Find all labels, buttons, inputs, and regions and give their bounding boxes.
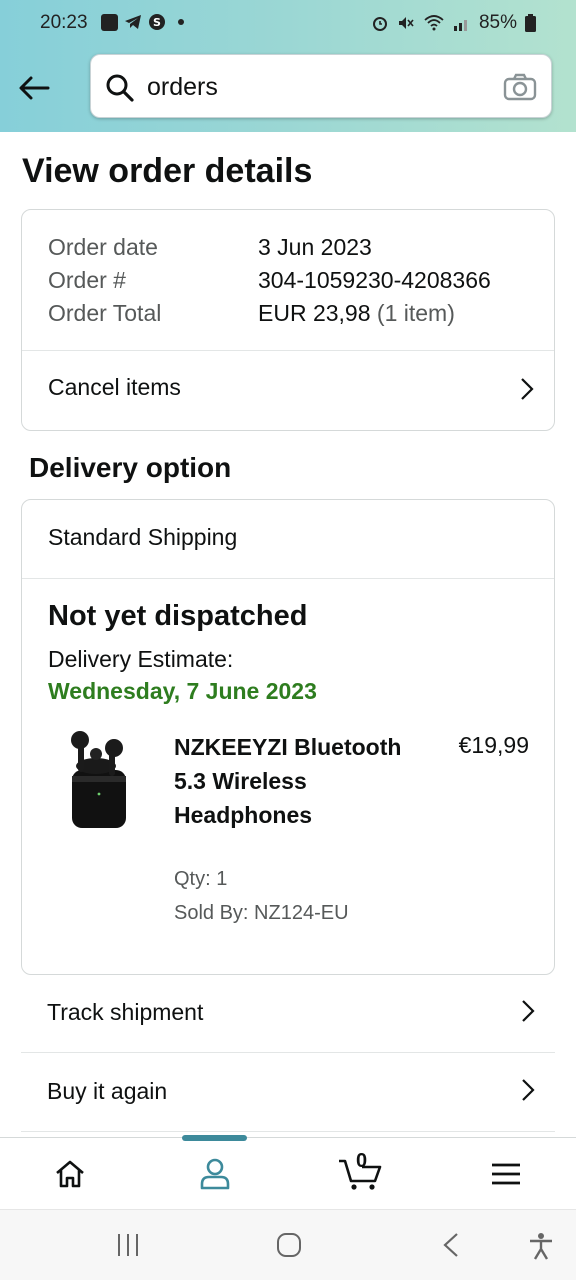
order-summary-card: Order date 3 Jun 2023 Order # 304-105923… — [21, 209, 555, 431]
order-total-items: (1 item) — [376, 300, 455, 326]
product-price: €19,99 — [458, 732, 529, 758]
skype-icon: S — [149, 14, 165, 30]
search-icon — [106, 74, 134, 102]
back-button[interactable] — [16, 70, 52, 106]
app-header: 20:23 S 85% — [0, 0, 576, 132]
recent-apps-icon[interactable] — [116, 1232, 140, 1258]
search-bar[interactable] — [90, 54, 552, 118]
delivery-section-title: Delivery option — [29, 452, 232, 483]
product-seller: Sold By: NZ124-EU — [174, 902, 349, 924]
chevron-right-icon — [522, 1079, 535, 1101]
active-tab-indicator — [182, 1135, 247, 1141]
shipping-method: Standard Shipping — [48, 524, 238, 550]
track-shipment-button[interactable]: Track shipment — [21, 975, 555, 1053]
delivery-estimate-label: Delivery Estimate: — [48, 646, 234, 672]
mute-icon — [398, 17, 414, 29]
user-icon — [200, 1158, 230, 1190]
product-name-link[interactable]: NZKEEYZI Bluetooth 5.3 Wireless Headphon… — [174, 730, 434, 832]
product-quantity: Qty: 1 — [174, 868, 228, 890]
order-number-label: Order # — [48, 267, 126, 293]
camera-icon[interactable] — [503, 73, 537, 101]
nav-home[interactable] — [50, 1154, 90, 1194]
cart-count-badge: 0 — [356, 1150, 368, 1172]
more-notifications-dot — [178, 19, 184, 25]
cancel-items-button[interactable]: Cancel items — [22, 351, 554, 431]
search-input[interactable] — [147, 67, 487, 107]
track-shipment-label: Track shipment — [47, 999, 204, 1025]
order-total-value: EUR 23,98 — [258, 300, 371, 326]
nav-menu[interactable] — [486, 1154, 526, 1194]
chevron-right-icon — [522, 1000, 535, 1022]
battery-icon — [525, 14, 536, 32]
dispatch-status: Not yet dispatched — [48, 600, 308, 632]
telegram-icon — [125, 15, 141, 29]
home-icon — [56, 1160, 84, 1188]
divider — [22, 578, 554, 579]
delivery-card: Standard Shipping Not yet dispatched Del… — [21, 499, 555, 975]
wifi-icon — [424, 15, 444, 31]
system-navigation-bar — [0, 1209, 576, 1280]
page-title: View order details — [22, 152, 313, 190]
order-number-value: 304-1059230-4208366 — [258, 267, 491, 293]
signal-icon — [453, 20, 467, 31]
nav-profile[interactable] — [195, 1154, 235, 1194]
accessibility-icon[interactable] — [528, 1232, 554, 1260]
gallery-icon — [101, 13, 118, 31]
system-back-icon[interactable] — [442, 1232, 460, 1258]
alarm-icon — [372, 17, 387, 31]
hamburger-menu-icon — [492, 1163, 520, 1185]
battery-text: 85% — [478, 12, 517, 33]
order-date-value: 3 Jun 2023 — [258, 234, 372, 260]
buy-it-again-label: Buy it again — [47, 1078, 168, 1104]
svg-text:S: S — [153, 16, 161, 29]
delivery-estimate-date: Wednesday, 7 June 2023 — [48, 678, 317, 704]
order-total-label: Order Total — [48, 300, 162, 326]
bottom-navigation: 0 — [0, 1135, 576, 1209]
home-circle-icon[interactable] — [276, 1232, 302, 1258]
arrow-left-icon — [19, 76, 50, 100]
cancel-items-label: Cancel items — [48, 374, 181, 400]
status-bar: 20:23 S 85% — [0, 0, 576, 48]
order-date-label: Order date — [48, 234, 158, 260]
status-time: 20:23 — [40, 12, 88, 33]
product-image[interactable] — [66, 728, 132, 832]
chevron-right-icon — [521, 378, 534, 400]
buy-it-again-button[interactable]: Buy it again — [21, 1054, 555, 1132]
